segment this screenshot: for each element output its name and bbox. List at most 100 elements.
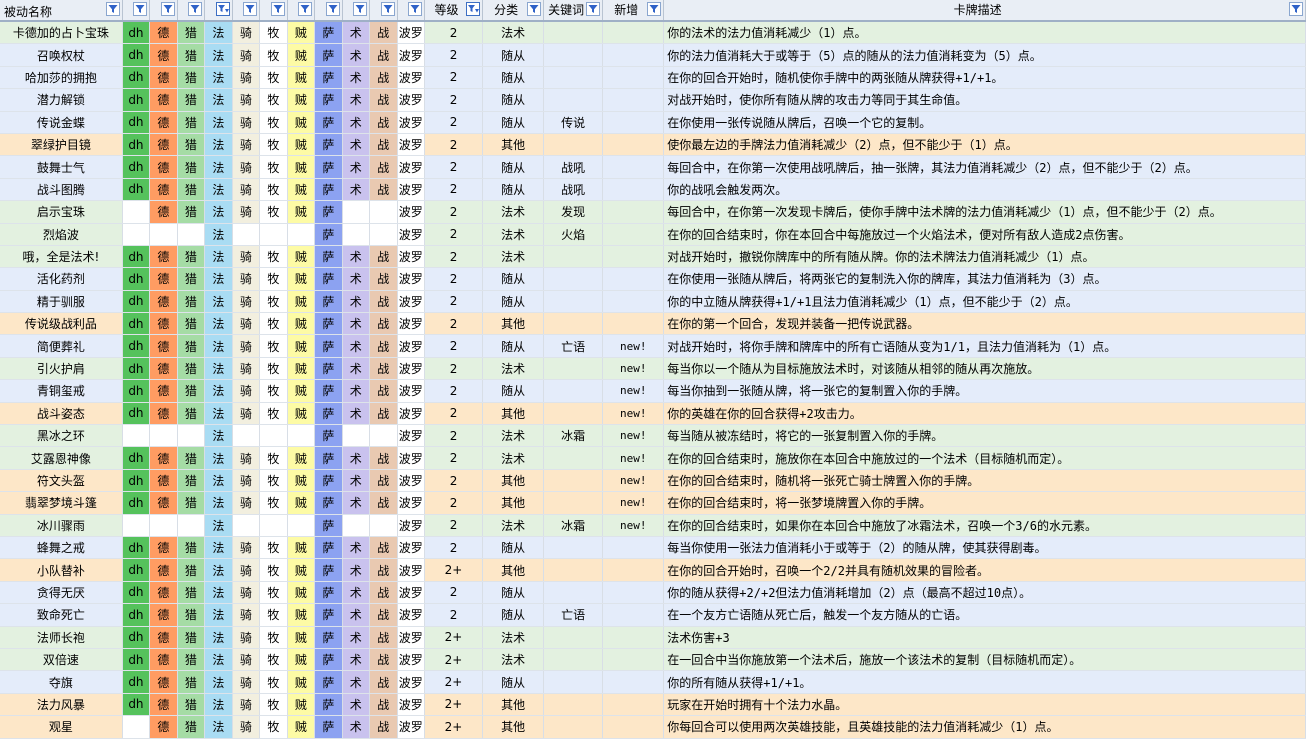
cell-keyword[interactable]	[543, 245, 604, 269]
cell-class[interactable]: dh	[122, 693, 151, 717]
column-header-warlock[interactable]	[342, 0, 371, 22]
cell-keyword[interactable]	[543, 469, 604, 493]
cell-class[interactable]: 德	[149, 66, 178, 90]
cell-class[interactable]: 骑	[232, 603, 261, 627]
cell-class[interactable]: 战	[369, 402, 398, 426]
cell-description[interactable]: 在你的回合开始时，随机使你手牌中的两张随从牌获得+1/+1。	[663, 66, 1306, 90]
cell-class[interactable]: 法	[204, 43, 233, 67]
cell-class[interactable]: 骑	[232, 581, 261, 605]
cell-class[interactable]: 牧	[259, 178, 288, 202]
cell-description[interactable]: 在你使用一张随从牌后，将两张它的复制洗入你的牌库，其法力值消耗为（3）点。	[663, 267, 1306, 291]
cell-class[interactable]: 战	[369, 693, 398, 717]
column-header-paladin[interactable]	[232, 0, 261, 22]
cell-class[interactable]: 德	[149, 178, 178, 202]
cell-class[interactable]: 术	[342, 536, 371, 560]
cell-class[interactable]: dh	[122, 491, 151, 515]
cell-level[interactable]: 2+	[424, 648, 484, 672]
cell-keyword[interactable]: 战吼	[543, 178, 604, 202]
cell-keyword[interactable]	[543, 626, 604, 649]
cell-class[interactable]: 萨	[314, 223, 343, 246]
cell-class[interactable]: 贼	[287, 178, 316, 202]
cell-description[interactable]: 使你最左边的手牌法力值消耗减少（2）点，但不能少于（1）点。	[663, 133, 1306, 157]
cell-keyword[interactable]: 冰霜	[543, 514, 604, 537]
cell-class[interactable]: 法	[204, 245, 233, 269]
cell-class[interactable]: 贼	[287, 581, 316, 605]
cell-type[interactable]: 法术	[482, 514, 545, 537]
cell-class[interactable]: 战	[369, 670, 398, 694]
cell-new[interactable]	[602, 155, 665, 179]
cell-new[interactable]	[602, 603, 665, 627]
cell-class[interactable]: 战	[369, 469, 398, 493]
cell-description[interactable]: 你的法术的法力值消耗减少（1）点。	[663, 21, 1306, 45]
cell-name[interactable]: 致命死亡	[0, 603, 123, 627]
cell-class[interactable]: 骑	[232, 670, 261, 694]
cell-class[interactable]: dh	[122, 334, 151, 358]
cell-keyword[interactable]	[543, 312, 604, 336]
cell-keyword[interactable]	[543, 693, 604, 717]
cell-new[interactable]	[602, 290, 665, 314]
cell-class[interactable]: 法	[204, 648, 233, 672]
cell-name[interactable]: 青铜玺戒	[0, 379, 123, 403]
cell-class[interactable]: 猎	[177, 446, 206, 470]
cell-class[interactable]: 德	[149, 245, 178, 269]
cell-level[interactable]: 2	[424, 267, 484, 291]
column-header-shaman[interactable]	[314, 0, 343, 22]
cell-class[interactable]: 法	[204, 334, 233, 358]
cell-class[interactable]: 波罗	[397, 514, 426, 537]
cell-class[interactable]: 萨	[314, 21, 343, 45]
cell-type[interactable]: 其他	[482, 312, 545, 336]
cell-class[interactable]: 术	[342, 312, 371, 336]
cell-type[interactable]: 随从	[482, 536, 545, 560]
cell-class[interactable]: 猎	[177, 603, 206, 627]
cell-class[interactable]: 猎	[177, 670, 206, 694]
cell-class[interactable]: 德	[149, 648, 178, 672]
cell-new[interactable]	[602, 626, 665, 649]
cell-class[interactable]: dh	[122, 88, 151, 112]
cell-class[interactable]: 波罗	[397, 446, 426, 470]
cell-class[interactable]: 猎	[177, 290, 206, 314]
cell-class[interactable]: 骑	[232, 626, 261, 649]
cell-new[interactable]	[602, 88, 665, 112]
cell-class[interactable]: 术	[342, 715, 371, 739]
cell-class[interactable]: 贼	[287, 558, 316, 582]
cell-name[interactable]: 启示宝珠	[0, 200, 123, 224]
column-header-level[interactable]: 等级	[424, 0, 484, 22]
cell-level[interactable]: 2	[424, 223, 484, 246]
cell-class[interactable]: 法	[204, 312, 233, 336]
cell-class[interactable]: 法	[204, 491, 233, 515]
cell-name[interactable]: 烈焰波	[0, 223, 123, 246]
cell-class[interactable]: 波罗	[397, 693, 426, 717]
cell-class[interactable]: 贼	[287, 267, 316, 291]
cell-new[interactable]	[602, 245, 665, 269]
cell-class[interactable]: 贼	[287, 357, 316, 381]
cell-type[interactable]: 随从	[482, 43, 545, 67]
cell-type[interactable]: 随从	[482, 267, 545, 291]
cell-class[interactable]: 猎	[177, 133, 206, 157]
cell-class[interactable]: 战	[369, 111, 398, 134]
cell-type[interactable]: 其他	[482, 558, 545, 582]
cell-class[interactable]: 贼	[287, 626, 316, 649]
cell-class[interactable]: 萨	[314, 536, 343, 560]
filter-icon[interactable]	[160, 2, 175, 16]
cell-description[interactable]: 在一回合中当你施放第一个法术后，施放一个该法术的复制（目标随机而定）。	[663, 648, 1306, 672]
cell-class[interactable]: 德	[149, 155, 178, 179]
cell-keyword[interactable]	[543, 491, 604, 515]
cell-class[interactable]: 猎	[177, 581, 206, 605]
cell-keyword[interactable]: 发现	[543, 200, 604, 224]
cell-class[interactable]: 萨	[314, 581, 343, 605]
cell-class[interactable]: 贼	[287, 245, 316, 269]
cell-name[interactable]: 卡德加的占卜宝珠	[0, 21, 123, 45]
cell-class[interactable]: 牧	[259, 43, 288, 67]
cell-class[interactable]: 猎	[177, 469, 206, 493]
cell-class[interactable]: 德	[149, 111, 178, 134]
cell-keyword[interactable]	[543, 648, 604, 672]
cell-class[interactable]: 萨	[314, 693, 343, 717]
cell-class[interactable]: 战	[369, 290, 398, 314]
cell-class[interactable]: 贼	[287, 670, 316, 694]
cell-class[interactable]: 术	[342, 446, 371, 470]
cell-class[interactable]: 术	[342, 670, 371, 694]
cell-class[interactable]: dh	[122, 469, 151, 493]
cell-keyword[interactable]	[543, 21, 604, 45]
cell-new[interactable]: new!	[602, 379, 665, 403]
cell-name[interactable]: 法力风暴	[0, 693, 123, 717]
